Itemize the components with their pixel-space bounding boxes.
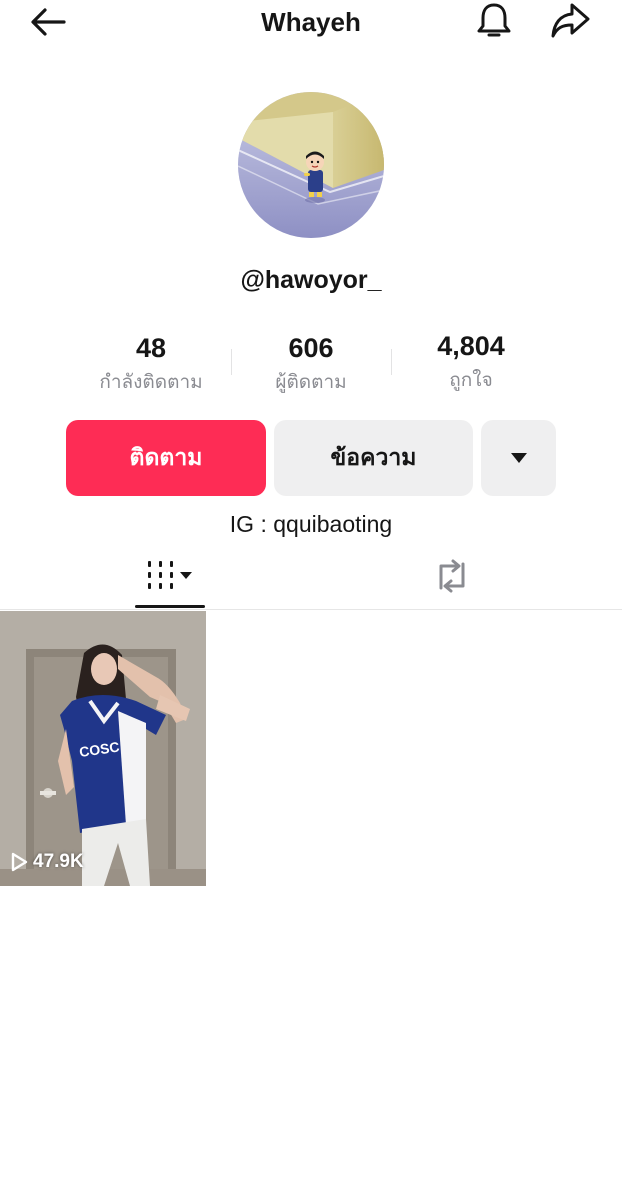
bio-text: IG : qquibaoting	[229, 511, 393, 537]
video-thumbnail[interactable]: COSC	[0, 611, 206, 886]
follow-button[interactable]: ติดตาม	[66, 420, 266, 496]
tab-reposts[interactable]	[424, 553, 480, 599]
video-views: 47.9K	[10, 851, 84, 873]
notification-button[interactable]	[472, 0, 516, 42]
username: @hawoyor_	[240, 266, 382, 294]
repost-icon	[439, 559, 465, 593]
message-button[interactable]: ข้อความ	[274, 420, 473, 496]
stat-likes[interactable]: 4,804 ถูกใจ	[371, 330, 571, 394]
stat-likes-count: 4,804	[437, 331, 505, 361]
active-tab-indicator	[135, 605, 205, 608]
avatar[interactable]	[238, 92, 384, 238]
stat-likes-label: ถูกใจ	[449, 370, 493, 391]
play-outline-icon	[11, 852, 28, 872]
caret-down-icon	[510, 453, 527, 463]
bell-icon	[477, 3, 511, 37]
more-options-button[interactable]	[481, 420, 556, 496]
tabs-divider	[0, 609, 622, 610]
grid-columns-icon	[148, 561, 192, 589]
share-button[interactable]	[546, 0, 594, 42]
share-icon	[551, 3, 590, 38]
video-views-count: 47.9K	[33, 851, 84, 872]
cartoon-avatar	[238, 92, 384, 238]
tab-videos[interactable]	[135, 553, 205, 599]
video-preview-image: COSC	[0, 611, 206, 886]
page-title: Whayeh	[261, 7, 361, 37]
